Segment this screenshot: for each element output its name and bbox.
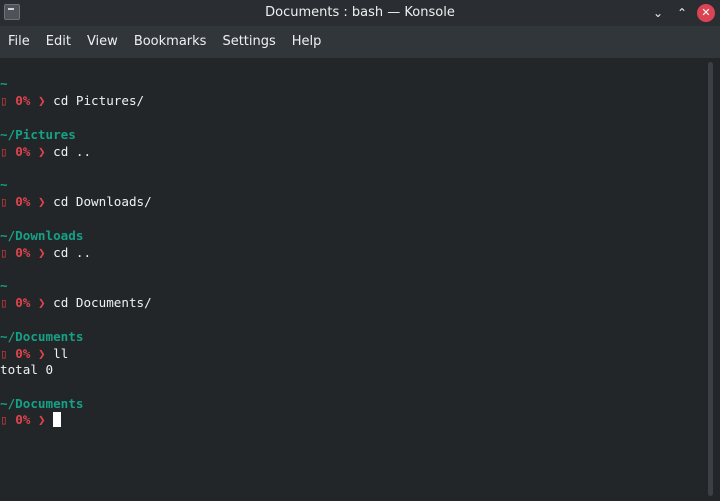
status-percent: 0% — [15, 346, 31, 361]
prompt-chevron-icon: ❯ — [37, 144, 46, 159]
status-percent: 0% — [15, 245, 31, 260]
prompt-chevron-icon: ❯ — [37, 93, 46, 108]
prompt-chevron-icon: ❯ — [37, 412, 46, 427]
prompt-line: ▯ 0% ❯ cd Documents/ — [0, 294, 152, 311]
prompt-directory: ~/Downloads — [0, 228, 84, 243]
window-title: Documents : bash — Konsole — [265, 5, 455, 20]
menu-bookmarks[interactable]: Bookmarks — [126, 26, 215, 58]
terminal-scrollbar[interactable] — [708, 62, 713, 496]
prompt-directory: ~/Documents — [0, 329, 84, 344]
prompt-chevron-icon: ❯ — [37, 194, 46, 209]
status-icon: ▯ — [0, 194, 8, 209]
command-text: cd Pictures/ — [53, 93, 145, 108]
prompt-directory: ~ — [0, 278, 8, 293]
prompt-line: ▯ 0% ❯ cd .. — [0, 244, 91, 261]
status-percent: 0% — [15, 144, 31, 159]
status-percent: 0% — [15, 412, 31, 427]
status-icon: ▯ — [0, 93, 8, 108]
text-cursor — [53, 412, 62, 427]
prompt-directory: ~/Pictures — [0, 127, 76, 142]
status-percent: 0% — [15, 295, 31, 310]
status-icon: ▯ — [0, 346, 8, 361]
status-icon: ▯ — [0, 295, 8, 310]
prompt-line: ▯ 0% ❯ cd Downloads/ — [0, 193, 152, 210]
status-icon: ▯ — [0, 245, 8, 260]
menu-edit[interactable]: Edit — [38, 26, 79, 58]
command-text: cd Documents/ — [53, 295, 152, 310]
command-text: ll — [53, 346, 69, 361]
status-percent: 0% — [15, 194, 31, 209]
close-button[interactable]: ✕ — [697, 4, 715, 22]
menu-bar: File Edit View Bookmarks Settings Help — [0, 26, 720, 58]
konsole-window: Documents : bash — Konsole ⌄ ⌃ ✕ File Ed… — [0, 0, 720, 501]
prompt-directory: ~/Documents — [0, 396, 84, 411]
prompt-line: ▯ 0% ❯ cd Pictures/ — [0, 92, 144, 109]
command-text: cd .. — [53, 144, 92, 159]
command-output: total 0 — [0, 362, 54, 377]
maximize-button[interactable]: ⌃ — [672, 3, 692, 23]
prompt-line: ▯ 0% ❯ ll — [0, 345, 68, 362]
minimize-button[interactable]: ⌄ — [648, 3, 668, 23]
active-prompt-line[interactable]: ▯ 0% ❯ — [0, 411, 62, 428]
status-icon: ▯ — [0, 412, 8, 427]
menu-settings[interactable]: Settings — [214, 26, 283, 58]
terminal-area[interactable]: ~ ▯ 0% ❯ cd Pictures/ ~/Pictures ▯ 0% ❯ … — [0, 58, 720, 501]
prompt-directory: ~ — [0, 76, 8, 91]
command-text: cd Downloads/ — [53, 194, 152, 209]
prompt-chevron-icon: ❯ — [37, 346, 46, 361]
prompt-directory: ~ — [0, 177, 8, 192]
prompt-chevron-icon: ❯ — [37, 245, 46, 260]
menu-view[interactable]: View — [79, 26, 126, 58]
menu-file[interactable]: File — [0, 26, 38, 58]
status-icon: ▯ — [0, 144, 8, 159]
prompt-chevron-icon: ❯ — [37, 295, 46, 310]
command-text: cd .. — [53, 245, 92, 260]
title-bar[interactable]: Documents : bash — Konsole ⌄ ⌃ ✕ — [0, 0, 720, 26]
prompt-line: ▯ 0% ❯ cd .. — [0, 143, 91, 160]
status-percent: 0% — [15, 93, 31, 108]
menu-help[interactable]: Help — [284, 26, 330, 58]
